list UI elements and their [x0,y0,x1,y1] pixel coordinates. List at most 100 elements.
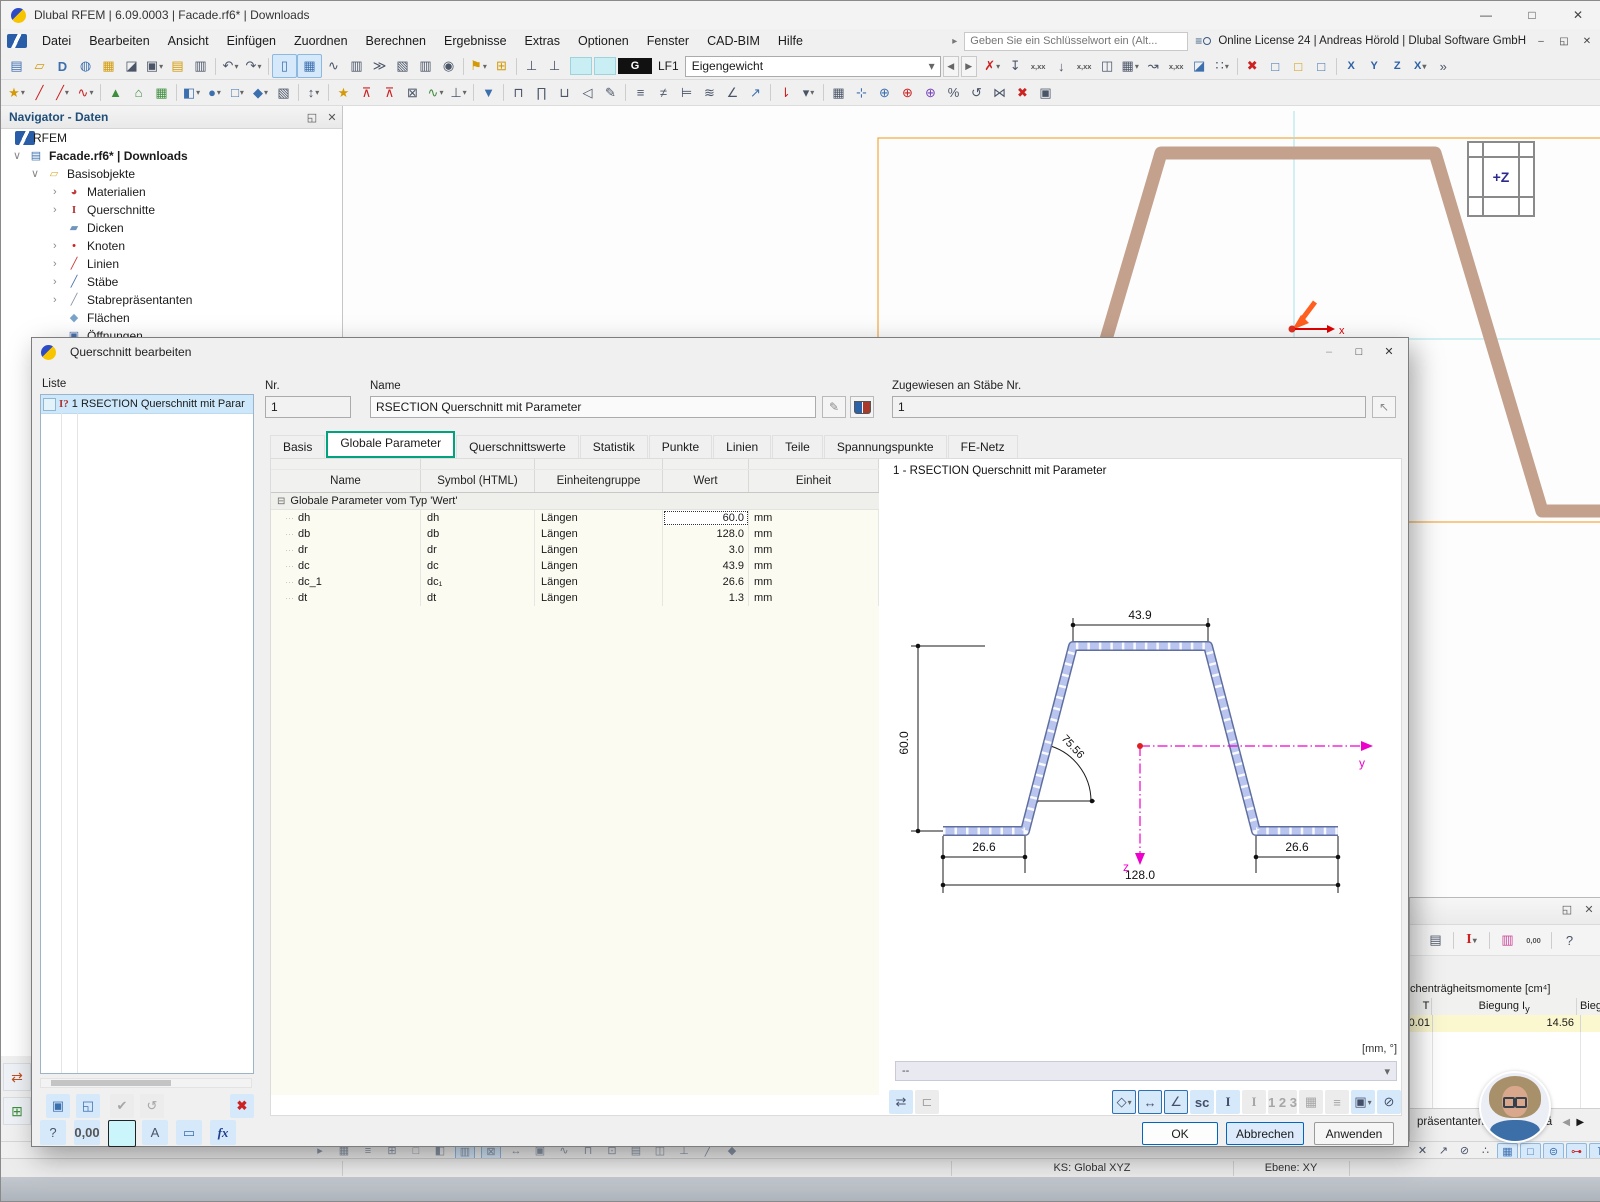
left-dock-icon-transfer[interactable]: ⇄ [3,1063,31,1091]
toolbar-icon[interactable]: ⊹ [850,82,873,104]
dialog-tab[interactable]: Punkte [649,435,712,458]
toolbar-icon[interactable] [823,84,824,101]
chevron-expanded-icon[interactable]: ∨ [13,147,21,165]
menu-item[interactable]: Ergebnisse [435,29,516,53]
dialog-tab[interactable]: Teile [772,435,823,458]
toolbar-icon[interactable] [503,84,504,101]
preview-tool-icon[interactable]: ▦ [1299,1090,1323,1114]
cell-symbol[interactable]: dc₁ [421,574,535,590]
menu-item[interactable]: Berechnen [357,29,435,53]
cell-unit[interactable]: mm [749,526,879,542]
toolbar-icon[interactable] [1453,932,1454,949]
cancel-button[interactable]: Abbrechen [1226,1122,1304,1145]
dialog-maximize-button[interactable]: □ [1344,340,1374,363]
cell-unit[interactable]: mm [749,510,879,526]
panel-float-icon[interactable]: ◱ [1558,903,1576,916]
menu-item[interactable]: Optionen [569,29,638,53]
cell-unit-group[interactable]: Längen [535,526,663,542]
table-row[interactable]: dc_1 dc₁ Längen 26.6 mm [271,574,879,590]
navigator-close-icon[interactable]: ✕ [322,111,342,124]
toolbar-icon[interactable]: ↶ [219,55,242,77]
snap-icon[interactable]: ⊘ [1455,1143,1474,1158]
search-icon[interactable]: ≡ [1195,34,1211,48]
menu-item[interactable]: CAD-BIM [698,29,769,53]
list-item-selected[interactable]: I? 1 RSECTION Querschnitt mit Parar [41,395,253,414]
list-action-button[interactable]: ▣ [46,1094,70,1118]
dialog-minimize-button[interactable]: – [1314,340,1344,363]
toolbar-icon[interactable]: ▱ [28,55,51,77]
toolbar-icon[interactable]: x,xx [1165,55,1188,77]
toolbar-icon[interactable]: ⊥ [447,82,470,104]
toolbar-icon[interactable]: ≫ [368,55,391,77]
panel-close-icon[interactable]: ✕ [1580,903,1598,916]
cell-name[interactable]: dt [271,590,421,606]
toolbar-icon[interactable]: ▧ [272,82,295,104]
chevron-collapsed-icon[interactable]: › [53,201,57,219]
snap-icon[interactable]: ⊶ [1566,1143,1587,1159]
cell-unit-group[interactable]: Längen [535,558,663,574]
cell-value[interactable]: 128.0 [663,526,749,542]
toolbar-icon[interactable] [1336,58,1337,75]
keyword-search-input[interactable] [964,32,1188,51]
cross-section-list[interactable]: I? 1 RSECTION Querschnitt mit Parar [40,394,254,1074]
toolbar-icon[interactable]: ◆ [249,82,272,104]
workspace-minimize-icon[interactable]: – [1533,36,1549,47]
preview-tool-icon[interactable]: I [1242,1090,1266,1114]
toolbar-icon[interactable]: ⊓ [507,82,530,104]
assigned-members-field[interactable]: 1 [892,396,1366,418]
menu-item[interactable]: Datei [33,29,80,53]
toolbar-icon[interactable]: □ [1310,55,1333,77]
toolbar-icon[interactable]: ▲ [104,82,127,104]
snap-icon[interactable]: ✕ [1413,1143,1432,1158]
tree-item[interactable]: › ╱ Stäbe [1,273,342,291]
cell-unit[interactable]: mm [749,574,879,590]
toolbar-icon[interactable]: » [1432,55,1455,77]
list-action-button[interactable]: ↺ [140,1094,164,1118]
toolbar-icon[interactable]: ◁ [576,82,599,104]
tree-item[interactable]: › ╱ Stabrepräsentanten [1,291,342,309]
user-avatar[interactable] [1479,1071,1551,1143]
table-row[interactable]: dt dt Längen 1.3 mm [271,590,879,606]
tab-scroll-right-icon[interactable]: ▶ [1573,1117,1587,1128]
dialog-tool-icon[interactable]: A [142,1120,168,1145]
loadcase-color-box[interactable] [570,57,592,75]
toolbar-icon[interactable] [1489,932,1490,949]
toolbar-icon[interactable] [328,84,329,101]
cell-name[interactable]: dc [271,558,421,574]
cell-name[interactable]: dr [271,542,421,558]
dialog-title-bar[interactable]: Querschnitt bearbeiten – □ ✕ [32,338,1408,366]
next-loadcase-button[interactable]: ▶ [961,56,977,77]
toolbar-icon[interactable] [770,84,771,101]
toolbar-icon[interactable]: ⊕ [919,82,942,104]
tree-item[interactable]: ◆ Flächen [1,309,342,327]
preview-tool-icon[interactable]: ⇄ [889,1090,913,1114]
toolbar-icon[interactable]: ◪ [1188,55,1211,77]
dialog-tab[interactable]: Linien [713,435,771,458]
tab-scroll-left-icon[interactable]: ◀ [1559,1117,1573,1128]
toolbar-icon[interactable]: x,xx [1073,55,1096,77]
cell-name[interactable]: dc_1 [271,574,421,590]
toolbar-icon[interactable]: ▥ [189,55,212,77]
dialog-tool-icon[interactable]: 0,00 [74,1120,100,1145]
dialog-close-button[interactable]: ✕ [1374,340,1404,363]
toolbar-icon[interactable] [516,58,517,75]
cell-unit[interactable]: mm [749,590,879,606]
dialog-tool-icon[interactable]: ▭ [176,1120,202,1145]
toolbar-icon[interactable]: ▧ [391,55,414,77]
toolbar-icon[interactable]: ↷ [242,55,265,77]
toolbar-icon[interactable] [176,84,177,101]
preview-tool-icon[interactable]: ⊏ [915,1090,939,1114]
toolbar-icon[interactable]: Y [1363,55,1386,77]
toolbar-icon[interactable]: ▤ [1424,929,1447,951]
toolbar-icon[interactable]: ◉ [437,55,460,77]
list-action-button[interactable]: ✔ [110,1094,134,1118]
toolbar-icon[interactable]: ▥ [1496,929,1519,951]
toolbar-icon[interactable]: ⊼ [378,82,401,104]
left-dock-icon-panel[interactable]: ⊞ [3,1097,31,1125]
list-item-checkbox[interactable] [43,398,56,411]
cell-name[interactable]: db [271,526,421,542]
toolbar-icon[interactable]: ⊥ [520,55,543,77]
cell-value[interactable]: 1.3 [663,590,749,606]
cell-symbol[interactable]: dr [421,542,535,558]
cell-symbol[interactable]: dt [421,590,535,606]
